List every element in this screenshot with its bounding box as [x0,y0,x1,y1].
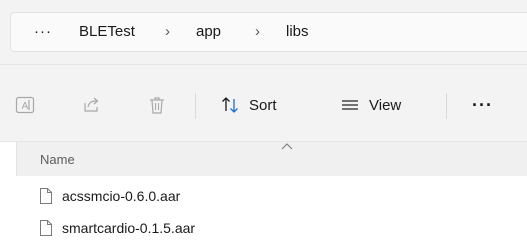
breadcrumb-separator[interactable]: › [255,21,260,43]
delete-button[interactable] [146,90,168,120]
file-list: Name acssmcio-0.6.0.aar smartcardio-0.1.… [0,142,527,250]
delete-icon [150,97,164,114]
breadcrumb-item-bletest[interactable]: BLETest [79,21,135,43]
document-icon [40,188,52,204]
list-item[interactable]: acssmcio-0.6.0.aar [40,185,180,207]
rename-icon: A [15,96,35,114]
toolbar-divider [195,93,196,119]
address-bar: ··· BLETest › app › libs [0,0,527,64]
more-options-button[interactable]: ··· [472,90,493,120]
breadcrumb-item-app[interactable]: app [196,21,221,43]
breadcrumb-item-libs[interactable]: libs [286,21,309,43]
rename-button[interactable]: A [14,90,36,120]
view-label: View [369,96,402,114]
sort-icon [222,97,238,113]
sort-ascending-icon [281,143,293,150]
share-button[interactable] [80,90,102,120]
sort-button[interactable]: Sort [220,90,277,120]
document-icon [40,220,52,236]
column-header-name[interactable]: Name [16,142,527,176]
column-header-name-label: Name [40,152,75,167]
view-button[interactable]: View [340,90,401,120]
file-name: smartcardio-0.1.5.aar [62,220,196,236]
list-item[interactable]: smartcardio-0.1.5.aar [40,217,195,239]
breadcrumb-separator[interactable]: › [165,21,170,43]
toolbar-divider [446,93,447,119]
file-name: acssmcio-0.6.0.aar [62,188,181,204]
sort-label: Sort [249,96,277,114]
view-icon [342,100,358,110]
share-icon [84,97,99,112]
breadcrumb-overflow-button[interactable]: ··· [34,21,52,43]
command-bar: A Sort View ··· [0,64,527,142]
svg-text:A: A [22,101,29,112]
